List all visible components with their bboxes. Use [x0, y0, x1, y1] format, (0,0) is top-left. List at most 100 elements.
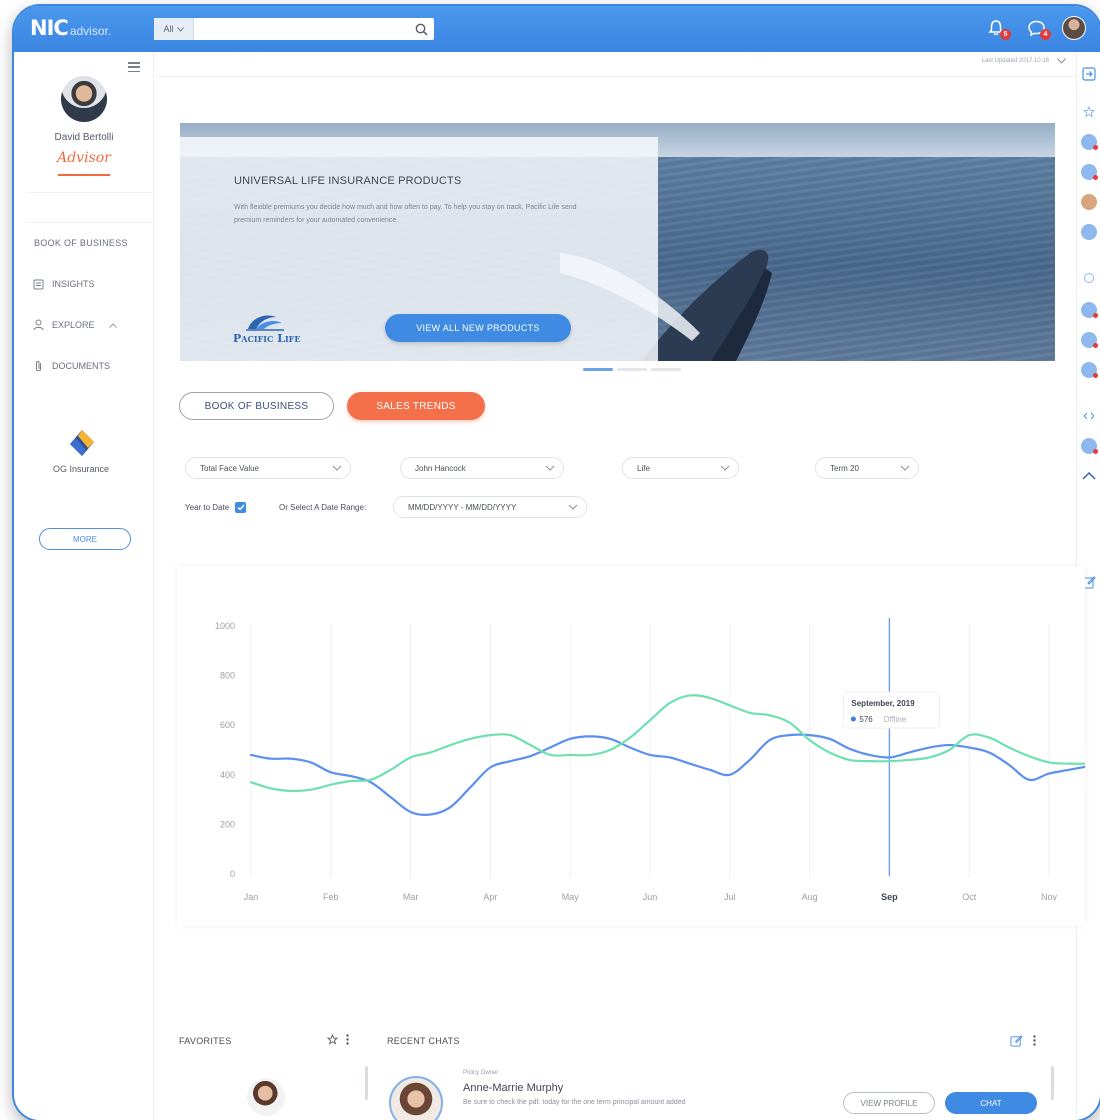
edit-icon[interactable]	[1010, 1034, 1023, 1047]
favorites-rail-button[interactable]	[1081, 104, 1097, 120]
chat-message-preview: Be sure to check the pdf. today for the …	[463, 1099, 686, 1106]
promo-banner: UNIVERSAL LIFE INSURANCE PRODUCTS With f…	[180, 123, 1055, 361]
search-scope-dropdown[interactable]: All	[154, 18, 194, 40]
more-vertical-icon[interactable]	[1033, 1035, 1036, 1046]
carrier-select[interactable]: John Hancock	[400, 457, 564, 479]
sidebar-divider	[26, 192, 152, 193]
x-tick-label: Feb	[323, 892, 339, 902]
recent-chats-title: RECENT CHATS	[387, 1036, 460, 1046]
contact-avatar[interactable]	[1081, 164, 1098, 180]
favorites-scrollbar[interactable]	[365, 1066, 368, 1100]
line-select-value: Life	[637, 463, 650, 473]
person-icon	[32, 319, 44, 331]
sidebar-item-documents[interactable]: DOCUMENTS	[32, 360, 110, 372]
product-select[interactable]: Term 20	[815, 457, 919, 479]
x-tick-label: Nov	[1041, 892, 1058, 902]
more-button[interactable]: MORE	[39, 528, 131, 550]
sidebar-item-insights[interactable]: INSIGHTS	[32, 278, 95, 290]
series-line	[249, 694, 1085, 793]
x-tick-label: Sep	[881, 892, 898, 902]
chats-scrollbar[interactable]	[1051, 1066, 1054, 1100]
favorites-title: FAVORITES	[179, 1036, 232, 1046]
metric-select[interactable]: Total Face Value	[185, 457, 351, 479]
more-vertical-icon[interactable]	[346, 1034, 349, 1045]
recent-chats-actions	[1010, 1034, 1036, 1047]
star-icon	[1083, 106, 1095, 118]
advisor-signature: Advisor	[57, 150, 111, 166]
line-chart[interactable]: 0 200 400 600 800 1000 Jan Feb Mar Apr May Jun Jul Au…	[177, 566, 1085, 926]
contact-avatar[interactable]	[1081, 438, 1098, 454]
signature-underline	[58, 174, 110, 176]
chevron-down-icon[interactable]	[1057, 58, 1066, 64]
search-input[interactable]	[194, 19, 408, 39]
x-tick-label: May	[562, 892, 580, 902]
sales-trends-chart: 0 200 400 600 800 1000 Jan Feb Mar Apr May Jun Jul Au…	[177, 566, 1085, 926]
tooltip-dot	[850, 716, 856, 722]
tab-sales-trends[interactable]: SALES TRENDS	[347, 392, 485, 420]
app-window: NIC advisor. All 5 4 David Bertolli Advi…	[14, 6, 1100, 1120]
ytd-label: Year to Date	[185, 503, 230, 512]
y-tick-label: 1000	[215, 621, 235, 631]
tooltip-label: Offline	[883, 715, 907, 724]
profile-avatar[interactable]	[61, 76, 107, 122]
check-icon	[237, 504, 245, 511]
tab-book-of-business[interactable]: BOOK OF BUSINESS	[179, 392, 334, 420]
search-button[interactable]	[408, 18, 434, 40]
chat-contact-avatar[interactable]	[389, 1076, 443, 1120]
date-range-select[interactable]: MM/DD/YYYY - MM/DD/YYYY	[393, 496, 587, 518]
last-updated: Last Updated 2017.10.16	[982, 58, 1066, 64]
groups-rail-button[interactable]	[1081, 408, 1097, 424]
company-rail-button[interactable]	[1081, 468, 1097, 484]
expand-panel-button[interactable]	[1081, 66, 1097, 82]
contact-avatar[interactable]	[1081, 134, 1098, 150]
date-range-value: MM/DD/YYYY - MM/DD/YYYY	[408, 502, 517, 512]
arrows-icon	[1083, 412, 1095, 420]
company-name: OG Insurance	[52, 464, 110, 474]
chat-contact-name[interactable]: Anne-Marrie Murphy	[463, 1082, 563, 1094]
favorite-contact-avatar[interactable]	[247, 1078, 285, 1116]
sidebar-item-label: DOCUMENTS	[52, 361, 110, 371]
x-tick-label: Jun	[643, 892, 658, 902]
chevron-down-icon	[900, 465, 910, 471]
app-logo[interactable]: NIC advisor.	[30, 16, 111, 40]
contact-avatar[interactable]	[1081, 302, 1098, 318]
notification-count-badge: 5	[1000, 29, 1011, 40]
paperclip-icon	[32, 360, 44, 372]
chat-button[interactable]: CHAT	[945, 1092, 1037, 1114]
series-line	[249, 733, 1085, 816]
carousel-indicators	[583, 368, 681, 371]
contact-avatar[interactable]	[1081, 194, 1097, 210]
top-header: NIC advisor. All 5 4	[14, 6, 1100, 52]
star-icon[interactable]	[327, 1034, 338, 1045]
chevron-down-icon	[568, 504, 578, 510]
banner-panel: UNIVERSAL LIFE INSURANCE PRODUCTS With f…	[180, 137, 658, 361]
carousel-dot[interactable]	[583, 368, 613, 371]
messages-button[interactable]: 4	[1022, 14, 1051, 42]
contact-avatar[interactable]	[1081, 332, 1098, 348]
notifications-button[interactable]: 5	[982, 14, 1011, 42]
expand-icon	[1082, 67, 1096, 81]
year-to-date-toggle[interactable]: Year to Date	[185, 502, 247, 513]
contact-avatar[interactable]	[1081, 362, 1098, 378]
carousel-dot[interactable]	[617, 368, 647, 371]
sidebar-divider	[26, 222, 152, 223]
metric-select-value: Total Face Value	[200, 463, 259, 473]
y-tick-label: 400	[220, 770, 235, 780]
logo-advisor: advisor.	[69, 24, 112, 38]
message-count-badge: 4	[1040, 29, 1051, 40]
carousel-dot[interactable]	[651, 368, 681, 371]
hamburger-menu-icon[interactable]	[128, 62, 140, 72]
view-profile-button[interactable]: VIEW PROFILE	[843, 1092, 935, 1114]
company-logo[interactable]	[62, 424, 102, 462]
nav-section-heading[interactable]: BOOK OF BUSINESS	[34, 238, 128, 248]
view-all-products-button[interactable]: VIEW ALL NEW PRODUCTS	[385, 314, 571, 342]
line-select[interactable]: Life	[622, 457, 739, 479]
chevron-down-icon	[332, 465, 342, 471]
ytd-checkbox[interactable]	[235, 502, 247, 513]
chats-rail-button[interactable]	[1081, 270, 1097, 286]
sidebar-item-explore[interactable]: EXPLORE	[32, 319, 117, 331]
chevron-down-icon	[720, 465, 730, 471]
search-scope-label: All	[163, 24, 174, 34]
user-avatar-button[interactable]	[1062, 16, 1086, 40]
contact-avatar[interactable]	[1081, 224, 1097, 240]
